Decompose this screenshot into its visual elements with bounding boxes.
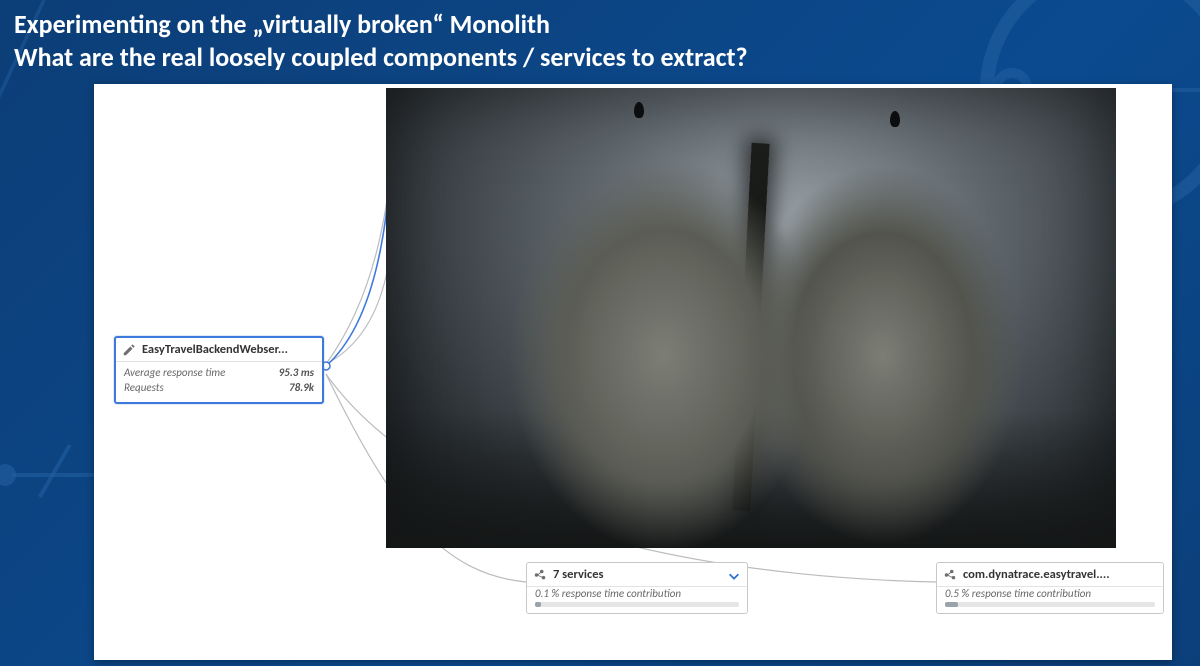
services-icon [943,568,957,582]
node-title: com.dynatrace.easytravel.... [963,567,1110,582]
node-title: EasyTravelBackendWebser... [142,342,288,357]
node-seven-services[interactable]: 7 services 0.1 % response time contribut… [526,562,748,614]
slide: Experimenting on the „virtually broken“ … [0,0,1200,666]
node-header: com.dynatrace.easytravel.... [937,563,1163,587]
node-body: Average response time 95.3 ms Requests 7… [116,362,322,402]
slide-title: Experimenting on the „virtually broken“ … [14,8,1186,73]
node-easytravel-backend[interactable]: EasyTravelBackendWebser... Average respo… [114,336,324,404]
metric-label: Average response time [124,366,225,381]
contribution-bar [945,602,1155,607]
metric-value: 78.9k [289,381,314,396]
node-header: EasyTravelBackendWebser... [116,338,322,362]
chevron-down-icon[interactable] [727,569,741,583]
node-title: 7 services [553,567,604,582]
node-header: 7 services [527,563,747,587]
node-com-dynatrace[interactable]: com.dynatrace.easytravel.... 0.5 % respo… [936,562,1164,614]
title-line-1: Experimenting on the „virtually broken“ … [14,8,550,40]
contribution-bar [535,602,739,607]
split-rock-image [386,88,1116,548]
metric-value: 95.3 ms [279,366,314,381]
pencil-icon [122,343,136,357]
contribution-text: 0.1 % response time contribution [527,587,747,602]
title-line-2: What are the real loosely coupled compon… [14,41,748,73]
metric-label: Requests [124,381,164,396]
diagram-panel: EasyTravelBackendWebser... Average respo… [94,84,1172,660]
contribution-text: 0.5 % response time contribution [937,587,1163,602]
services-icon [533,568,547,582]
